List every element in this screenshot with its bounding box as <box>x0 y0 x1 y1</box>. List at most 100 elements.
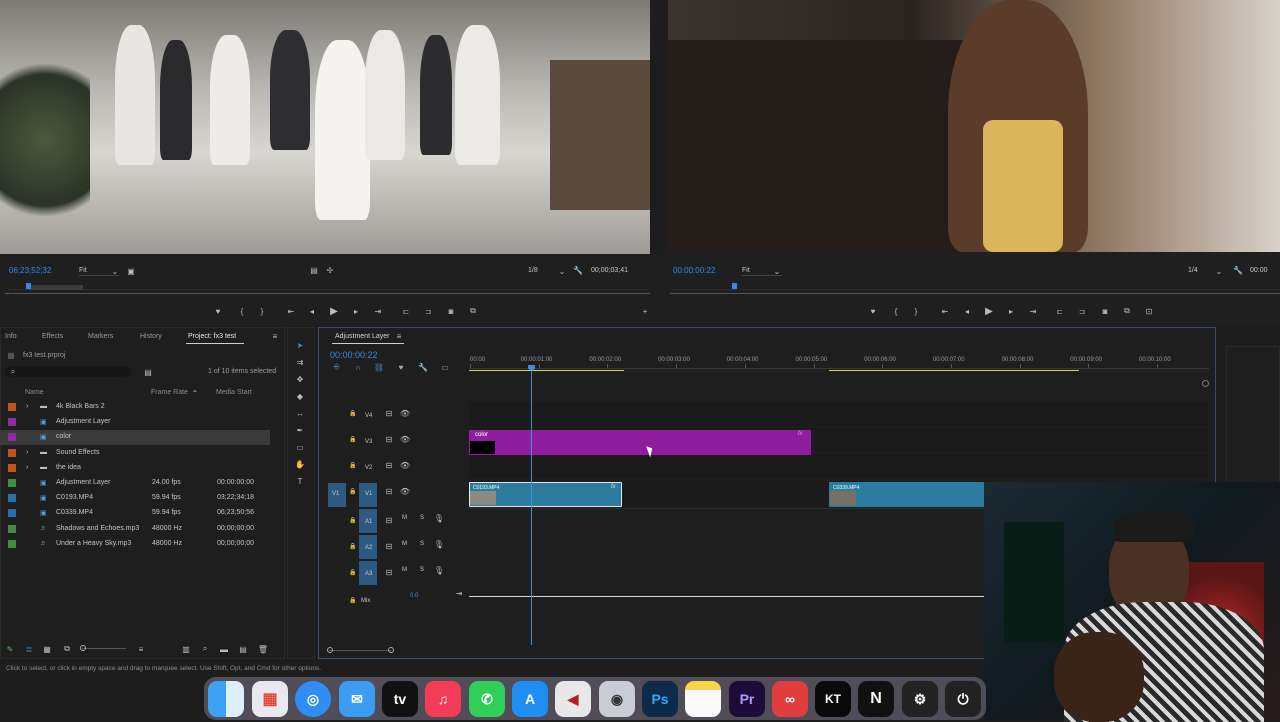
timeline-playhead-line[interactable] <box>531 371 532 645</box>
play-icon[interactable]: ▶ <box>329 306 339 317</box>
label-color-swatch[interactable] <box>8 463 16 472</box>
solo-a1[interactable]: S <box>420 515 424 521</box>
pencil-icon[interactable]: ✎ <box>5 644 15 654</box>
insert-icon[interactable]: ⊏ <box>401 306 411 316</box>
mix-end-icon[interactable]: ⇥ <box>454 588 464 598</box>
timeline-timecode[interactable]: 00:00:00:22 <box>330 350 378 360</box>
source-timecode[interactable]: 06;23;52;32 <box>9 266 51 275</box>
track-label-v4[interactable]: V4 <box>365 413 372 419</box>
wrench-icon[interactable]: 🔧 <box>1233 265 1243 275</box>
razor-tool-icon[interactable]: ◆ <box>295 391 305 401</box>
chevron-down-icon[interactable]: ⌄ <box>1214 266 1224 276</box>
mute-a1[interactable]: M <box>402 515 407 521</box>
solo-a2[interactable]: S <box>420 541 424 547</box>
linked-selection-icon[interactable]: ⛓ <box>374 362 384 372</box>
mark-in-icon[interactable]: { <box>237 306 247 316</box>
project-list-item[interactable]: › ▬ Sound Effects <box>0 446 270 461</box>
label-color-swatch[interactable] <box>8 479 16 487</box>
project-list-item[interactable]: ▣ C0193.MP4 59.94 fps 03;22;34;18 <box>0 491 270 506</box>
extract-icon[interactable]: ⊐ <box>1077 306 1087 316</box>
type-tool-icon[interactable]: T <box>295 476 305 486</box>
lock-icon[interactable]: 🔒 <box>348 460 358 470</box>
automate-to-sequence-icon[interactable]: ▥ <box>181 644 191 654</box>
lift-icon[interactable]: ⊏ <box>1055 306 1065 316</box>
tab-history[interactable]: History <box>140 333 162 340</box>
play-icon[interactable]: ▶ <box>984 306 994 317</box>
sync-lock-icon[interactable]: ⊟ <box>384 460 394 470</box>
comparison-view-icon[interactable]: ⧉ <box>1122 306 1132 316</box>
lock-icon[interactable]: 🔒 <box>348 486 358 496</box>
creative-cloud-icon[interactable]: ∞ <box>772 681 808 717</box>
rectangle-tool-icon[interactable]: ▭ <box>295 442 305 452</box>
hand-tool-icon[interactable]: ✋ <box>295 459 305 469</box>
sort-icons-icon[interactable]: ≡ <box>136 644 146 654</box>
label-color-swatch[interactable] <box>8 433 16 442</box>
chevron-down-icon[interactable]: ⌄ <box>772 266 782 276</box>
zoom-slider-handle[interactable] <box>80 645 86 651</box>
captions-icon[interactable]: ▭ <box>440 362 450 372</box>
safari-icon[interactable]: ◎ <box>295 681 331 717</box>
label-color-swatch[interactable] <box>8 509 16 518</box>
mix-value[interactable]: 0.0 <box>410 593 418 599</box>
add-button-icon[interactable]: + <box>640 306 650 316</box>
track-label-v2[interactable]: V2 <box>365 465 372 471</box>
safe-margins-icon[interactable]: ▣ <box>126 266 136 276</box>
tab-project[interactable]: Project: fx3 test <box>188 333 236 340</box>
color-clip[interactable] <box>469 430 811 455</box>
settings-menu-icon[interactable]: ▤ <box>309 265 319 275</box>
source-zoom-scrollbar[interactable] <box>5 293 650 294</box>
notes-icon[interactable] <box>685 681 721 717</box>
whatsapp-icon[interactable]: ✆ <box>469 681 505 717</box>
program-zoom-scrollbar[interactable] <box>670 293 1280 294</box>
chevron-right-icon[interactable]: › <box>26 449 28 456</box>
lock-icon[interactable]: 🔒 <box>348 567 358 577</box>
label-color-swatch[interactable] <box>8 494 16 503</box>
sync-lock-icon[interactable]: ⊟ <box>384 486 394 496</box>
nest-icon[interactable]: ⎆ <box>332 362 342 372</box>
vr-icon[interactable]: ⊡ <box>1144 306 1154 316</box>
sync-lock-icon[interactable]: ⊟ <box>384 541 394 551</box>
mark-out-icon[interactable]: } <box>257 306 267 316</box>
freeform-view-icon[interactable]: ⧉ <box>62 644 72 654</box>
timeline-zoom-right-handle[interactable] <box>388 647 394 653</box>
lock-icon[interactable]: 🔒 <box>348 434 358 444</box>
export-frame-icon[interactable]: ◙ <box>446 306 456 316</box>
label-color-swatch[interactable] <box>8 418 16 427</box>
timeline-scrollbar-right[interactable] <box>1202 380 1209 387</box>
sync-lock-icon[interactable]: ⊟ <box>384 408 394 418</box>
program-playhead[interactable] <box>732 283 737 289</box>
finder-icon[interactable] <box>208 681 244 717</box>
lock-icon[interactable]: 🔒 <box>348 408 358 418</box>
selection-tool-icon[interactable]: ➤ <box>295 340 305 350</box>
track-label-v1[interactable]: V1 <box>365 491 372 497</box>
track-label-v3[interactable]: V3 <box>365 439 372 445</box>
sync-lock-icon[interactable]: ⊟ <box>384 434 394 444</box>
source-playhead[interactable] <box>26 283 31 289</box>
ripple-edit-tool-icon[interactable]: ✥ <box>295 374 305 384</box>
apple-tv-icon[interactable]: tv <box>382 681 418 717</box>
chevron-right-icon[interactable]: › <box>26 464 28 471</box>
sync-lock-icon[interactable]: ⊟ <box>384 515 394 525</box>
snap-icon[interactable]: ∩ <box>353 362 363 372</box>
column-header-frame-rate[interactable]: Frame Rate <box>151 389 188 396</box>
export-frame-icon[interactable]: ◙ <box>1100 306 1110 316</box>
go-to-in-icon[interactable]: ⇤ <box>286 306 296 316</box>
timeline-settings-icon[interactable]: 🔧 <box>418 362 428 372</box>
step-forward-icon[interactable]: ▸ <box>351 306 361 316</box>
project-list-item[interactable]: ♬ Under a Heavy Sky.mp3 48000 Hz 00;00;00;0… <box>0 537 270 552</box>
tab-effects[interactable]: Effects <box>42 333 63 340</box>
timeline-zoom-left-handle[interactable] <box>327 647 333 653</box>
track-select-tool-icon[interactable]: ⇉ <box>295 357 305 367</box>
source-monitor-video[interactable] <box>0 0 650 254</box>
project-list-item[interactable]: ▣ C0339.MP4 59.94 fps 06;23;50;56 <box>0 506 270 521</box>
lock-icon[interactable]: 🔒 <box>348 541 358 551</box>
pen-tool-icon[interactable]: ✒ <box>295 425 305 435</box>
list-view-icon[interactable]: ≣ <box>24 644 34 654</box>
label-color-swatch[interactable] <box>8 524 16 533</box>
mail-icon[interactable]: ✉ <box>339 681 375 717</box>
step-back-icon[interactable]: ◂ <box>962 306 972 316</box>
project-list-item[interactable]: ▣ color <box>0 430 270 446</box>
trash-icon[interactable]: 🗑 <box>258 644 268 654</box>
microphone-icon[interactable]: 🎙 <box>434 513 444 523</box>
sync-lock-icon[interactable]: ⊟ <box>384 567 394 577</box>
